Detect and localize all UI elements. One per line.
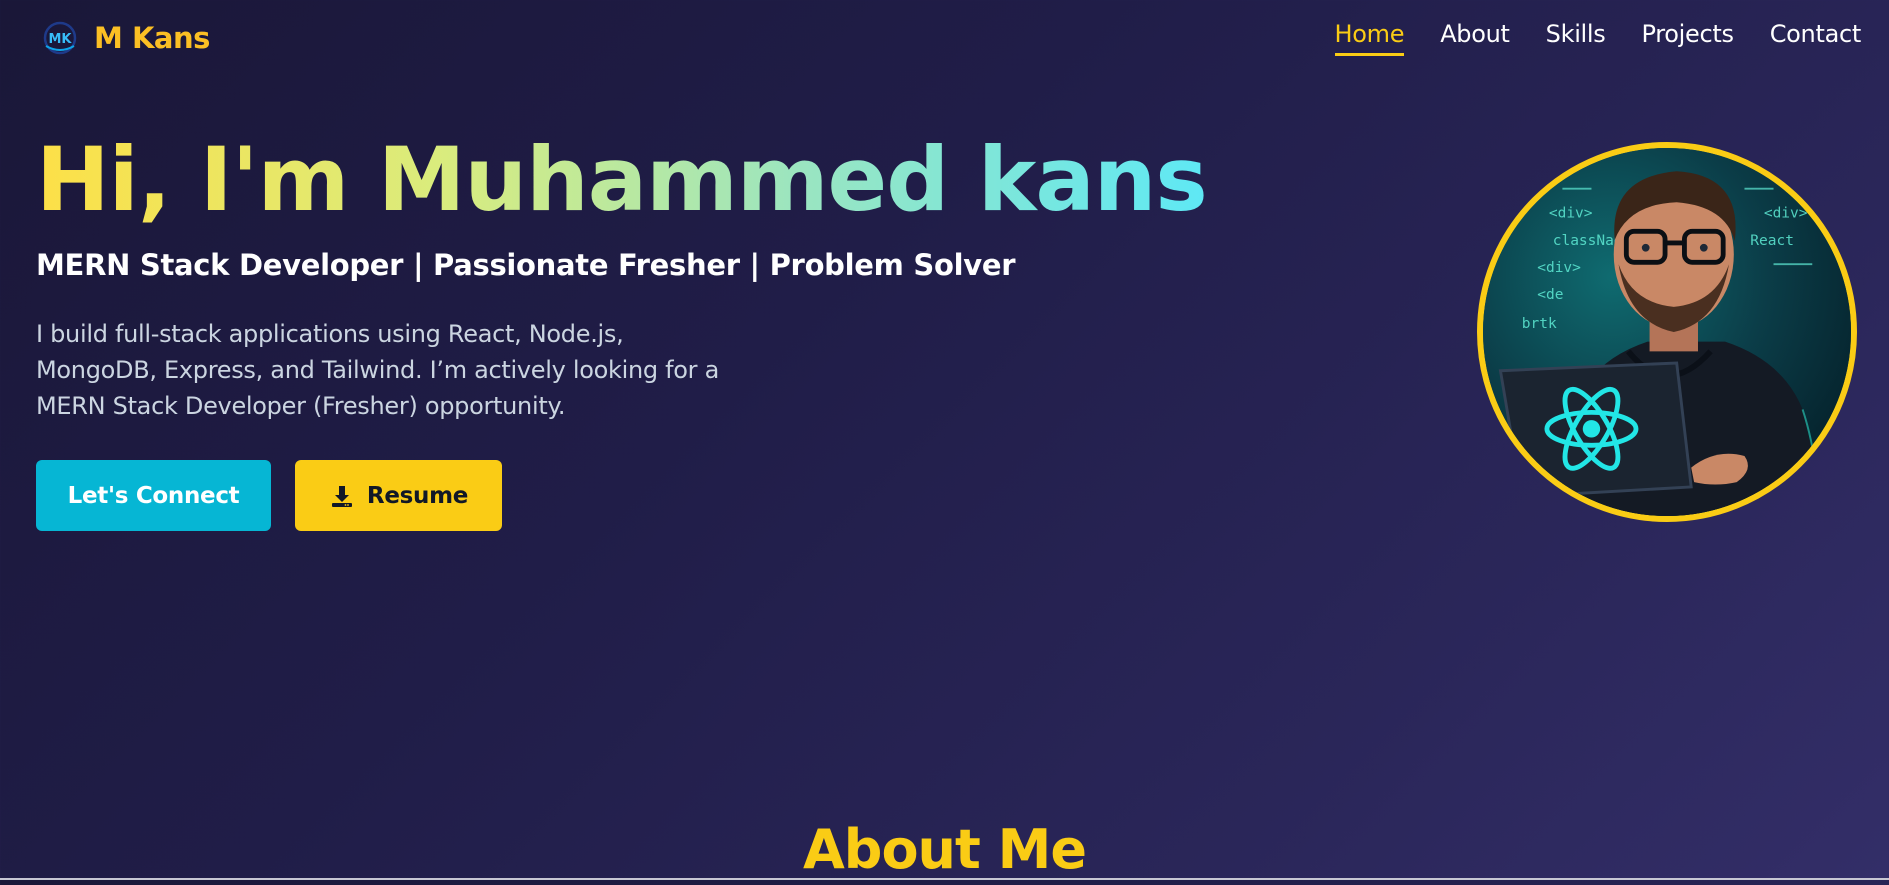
nav-link-skills[interactable]: Skills xyxy=(1546,20,1606,54)
brand-home-link[interactable]: MK M Kans xyxy=(40,18,210,58)
nav-links: Home About Skills Projects Contact xyxy=(1334,20,1862,56)
developer-avatar: <div> className <div> <de brtk <div> Rea… xyxy=(1477,142,1857,522)
svg-text:<de: <de xyxy=(1537,287,1563,303)
svg-text:React: React xyxy=(1750,233,1794,249)
brand-logo-icon: MK xyxy=(43,21,77,55)
about-heading: About Me xyxy=(803,818,1087,881)
hero-subtitle: MERN Stack Developer | Passionate Freshe… xyxy=(36,248,1016,282)
resume-label: Resume xyxy=(366,482,469,509)
nav-link-home[interactable]: Home xyxy=(1334,20,1404,56)
developer-avatar-icon: <div> className <div> <de brtk <div> Rea… xyxy=(1483,148,1851,516)
svg-text:<div>: <div> xyxy=(1549,206,1593,222)
svg-text:<div>: <div> xyxy=(1537,260,1581,276)
hero-description: I build full-stack applications using Re… xyxy=(36,320,719,420)
svg-text:MK: MK xyxy=(48,32,72,47)
lets-connect-label: Let's Connect xyxy=(67,482,240,509)
nav-link-projects[interactable]: Projects xyxy=(1642,20,1735,54)
svg-text:<div>: <div> xyxy=(1764,206,1808,222)
resume-button[interactable]: Resume xyxy=(295,460,502,531)
nav-link-about[interactable]: About xyxy=(1440,20,1510,54)
hero-buttons: Let's Connect Resume xyxy=(36,460,502,531)
svg-text:brtk: brtk xyxy=(1522,316,1557,332)
lets-connect-button[interactable]: Let's Connect xyxy=(36,460,271,531)
download-icon xyxy=(331,485,352,507)
nav-link-contact[interactable]: Contact xyxy=(1770,20,1862,54)
brand-name: M Kans xyxy=(94,21,210,55)
navbar: MK M Kans Home About Skills Projects Con… xyxy=(0,0,1889,80)
hero-title: Hi, I'm Muhammed kans xyxy=(36,125,1208,235)
